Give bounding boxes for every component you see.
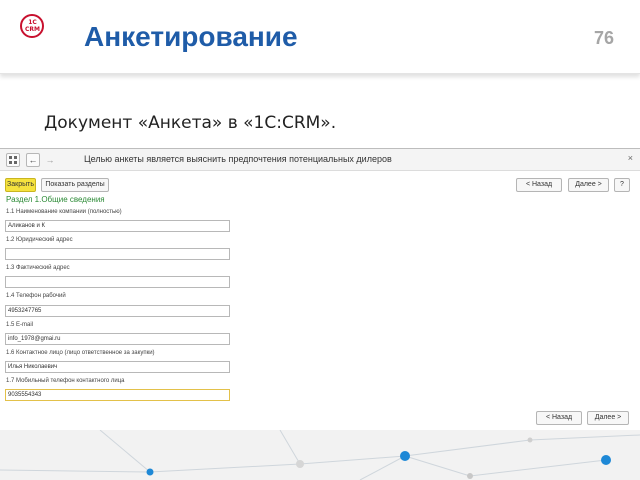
footer-back-button[interactable]: < Назад	[536, 411, 582, 425]
window-title: Целью анкеты является выяснить предпочте…	[84, 154, 392, 164]
logo-text: 1C CRM	[25, 19, 40, 33]
nav-forward-button[interactable]: →	[42, 153, 58, 167]
app-menu-button[interactable]	[6, 153, 20, 167]
slide-header: 1C CRM Анкетирование 76	[0, 0, 640, 74]
toolbar-back-button[interactable]: < Назад	[516, 178, 562, 192]
field-label-company: 1.1 Наименование компании (полностью)	[6, 209, 122, 215]
actual-address-field[interactable]	[5, 276, 230, 288]
field-label-email: 1.5 E-mail	[6, 322, 34, 328]
mobile-phone-field[interactable]: 9035554343	[5, 389, 230, 401]
slide-number: 76	[593, 28, 614, 48]
questionnaire-window: ← → Целью анкеты является выяснить предп…	[0, 148, 640, 430]
field-label-work-phone: 1.4 Телефон рабочий	[6, 293, 66, 299]
field-label-actual-address: 1.3 Фактический адрес	[6, 265, 70, 271]
window-close-icon[interactable]: ×	[628, 153, 633, 163]
footer-next-button[interactable]: Далее >	[587, 411, 629, 425]
contact-person-field[interactable]: Илья Николаевич	[5, 361, 230, 373]
nav-back-button[interactable]: ←	[26, 153, 40, 167]
email-field[interactable]: info_1978@gmai.ru	[5, 333, 230, 345]
network-decoration	[0, 429, 640, 480]
slide-title: Анкетирование	[84, 21, 298, 52]
work-phone-field[interactable]: 4953247765	[5, 305, 230, 317]
network-graphic	[0, 429, 640, 480]
field-label-mobile-phone: 1.7 Мобильный телефон контактного лица	[6, 378, 125, 384]
field-label-legal-address: 1.2 Юридический адрес	[6, 237, 73, 243]
legal-address-field[interactable]	[5, 248, 230, 260]
window-titlebar: ← → Целью анкеты является выяснить предп…	[0, 149, 640, 171]
show-sections-button[interactable]: Показать разделы	[41, 178, 109, 192]
help-button[interactable]: ?	[614, 178, 630, 192]
company-name-field[interactable]: Аликанов и К	[5, 220, 230, 232]
crm-logo-icon: 1C CRM	[20, 14, 44, 38]
grid-icon	[9, 156, 17, 164]
toolbar-next-button[interactable]: Далее >	[568, 178, 609, 192]
field-label-contact-person: 1.6 Контактное лицо (лицо ответственное …	[6, 350, 155, 356]
section-title: Раздел 1.Общие сведения	[6, 195, 105, 204]
close-button[interactable]: Закрыть	[5, 178, 36, 192]
slide-subtitle: Документ «Анкета» в «1С:CRM».	[44, 113, 337, 133]
